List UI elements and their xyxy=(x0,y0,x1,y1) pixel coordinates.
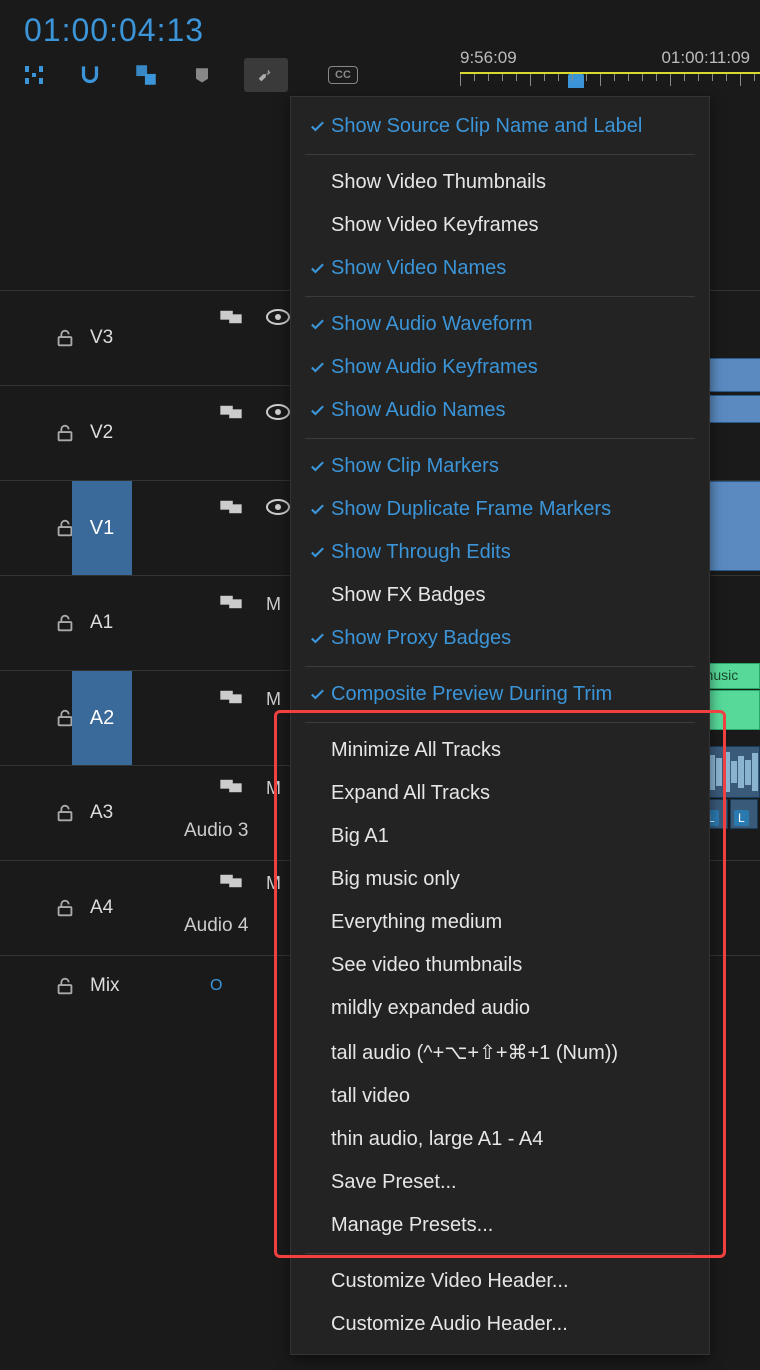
toggle-sync-icon[interactable] xyxy=(220,404,242,425)
playhead[interactable] xyxy=(568,74,584,88)
timeline-toolbar: CC xyxy=(20,58,358,92)
mute-toggle[interactable]: M xyxy=(266,873,281,894)
mute-toggle[interactable]: M xyxy=(266,689,281,710)
lock-icon[interactable] xyxy=(54,422,76,444)
menu-separator xyxy=(305,1253,695,1254)
menu-separator xyxy=(305,666,695,667)
track-label: V2 xyxy=(90,422,134,444)
menu-item[interactable]: mildly expanded audio xyxy=(291,987,709,1030)
menu-item[interactable]: Customize Video Header... xyxy=(291,1260,709,1303)
menu-separator xyxy=(305,722,695,723)
menu-item[interactable]: Show Source Clip Name and Label xyxy=(291,105,709,148)
ruler-ticks[interactable] xyxy=(460,72,760,86)
marker-icon[interactable] xyxy=(188,61,216,89)
track-label: A3 xyxy=(90,802,134,824)
wrench-settings-icon[interactable] xyxy=(244,58,288,92)
lock-icon[interactable] xyxy=(54,327,76,349)
track-sublabel: Audio 4 xyxy=(184,915,248,937)
menu-item[interactable]: thin audio, large A1 - A4 xyxy=(291,1118,709,1161)
menu-item[interactable]: Minimize All Tracks xyxy=(291,729,709,772)
snap-icon[interactable] xyxy=(76,61,104,89)
track-header-selected[interactable]: V1 xyxy=(72,481,132,576)
mute-toggle[interactable]: M xyxy=(266,594,281,615)
toggle-visibility-icon[interactable] xyxy=(266,404,290,425)
menu-item[interactable]: Show Audio Waveform xyxy=(291,303,709,346)
toggle-sync-icon[interactable] xyxy=(220,873,242,894)
menu-item[interactable]: See video thumbnails xyxy=(291,944,709,987)
menu-item[interactable]: Show FX Badges xyxy=(291,574,709,617)
output-indicator: O xyxy=(210,977,222,995)
menu-item[interactable]: Customize Audio Header... xyxy=(291,1303,709,1346)
lock-icon[interactable] xyxy=(54,612,76,634)
toggle-sync-icon[interactable] xyxy=(220,499,242,520)
mute-toggle[interactable]: M xyxy=(266,778,281,799)
menu-separator xyxy=(305,154,695,155)
ruler-time-left: 9:56:09 xyxy=(460,48,517,68)
timecode-display: 01:00:04:13 xyxy=(24,12,204,49)
track-label: V3 xyxy=(90,327,134,349)
menu-item[interactable]: Everything medium xyxy=(291,901,709,944)
lock-icon[interactable] xyxy=(54,802,76,824)
menu-item[interactable]: tall audio (^+⌥+⇧+⌘+1 (Num)) xyxy=(291,1030,709,1075)
menu-separator xyxy=(305,438,695,439)
menu-item[interactable]: Expand All Tracks xyxy=(291,772,709,815)
menu-item[interactable]: Show Video Thumbnails xyxy=(291,161,709,204)
ruler-time-right: 01:00:11:09 xyxy=(661,48,750,68)
lock-icon[interactable] xyxy=(54,897,76,919)
toggle-sync-icon[interactable] xyxy=(220,594,242,615)
timeline-display-settings-menu: Show Source Clip Name and Label Show Vide… xyxy=(290,96,710,1355)
toggle-visibility-icon[interactable] xyxy=(266,499,290,520)
linked-selection-icon[interactable] xyxy=(132,61,160,89)
track-label: A1 xyxy=(90,612,134,634)
menu-item[interactable]: Show Proxy Badges xyxy=(291,617,709,660)
menu-separator xyxy=(305,296,695,297)
menu-item[interactable]: Big A1 xyxy=(291,815,709,858)
toggle-visibility-icon[interactable] xyxy=(266,309,290,330)
toggle-sync-icon[interactable] xyxy=(220,309,242,330)
closed-captions-button[interactable]: CC xyxy=(328,66,358,84)
menu-item[interactable]: Big music only xyxy=(291,858,709,901)
menu-item[interactable]: Manage Presets... xyxy=(291,1204,709,1247)
menu-item[interactable]: Show Through Edits xyxy=(291,531,709,574)
track-sublabel: Audio 3 xyxy=(184,820,248,842)
track-label: A4 xyxy=(90,897,134,919)
menu-item[interactable]: Save Preset... xyxy=(291,1161,709,1204)
menu-item[interactable]: Composite Preview During Trim xyxy=(291,673,709,716)
menu-item[interactable]: Show Video Names xyxy=(291,247,709,290)
menu-item[interactable]: Show Duplicate Frame Markers xyxy=(291,488,709,531)
insert-mode-icon[interactable] xyxy=(20,61,48,89)
menu-item[interactable]: Show Video Keyframes xyxy=(291,204,709,247)
menu-item[interactable]: Show Audio Keyframes xyxy=(291,346,709,389)
menu-item[interactable]: Show Audio Names xyxy=(291,389,709,432)
menu-item[interactable]: Show Clip Markers xyxy=(291,445,709,488)
track-header-selected[interactable]: A2 xyxy=(72,671,132,766)
timeline-ruler[interactable]: 9:56:09 01:00:11:09 xyxy=(460,48,760,92)
track-label: Mix xyxy=(90,975,150,997)
channel-badge: L xyxy=(734,810,749,826)
toggle-sync-icon[interactable] xyxy=(220,778,242,799)
menu-item[interactable]: tall video xyxy=(291,1075,709,1118)
lock-icon[interactable] xyxy=(54,975,76,997)
toggle-sync-icon[interactable] xyxy=(220,689,242,710)
